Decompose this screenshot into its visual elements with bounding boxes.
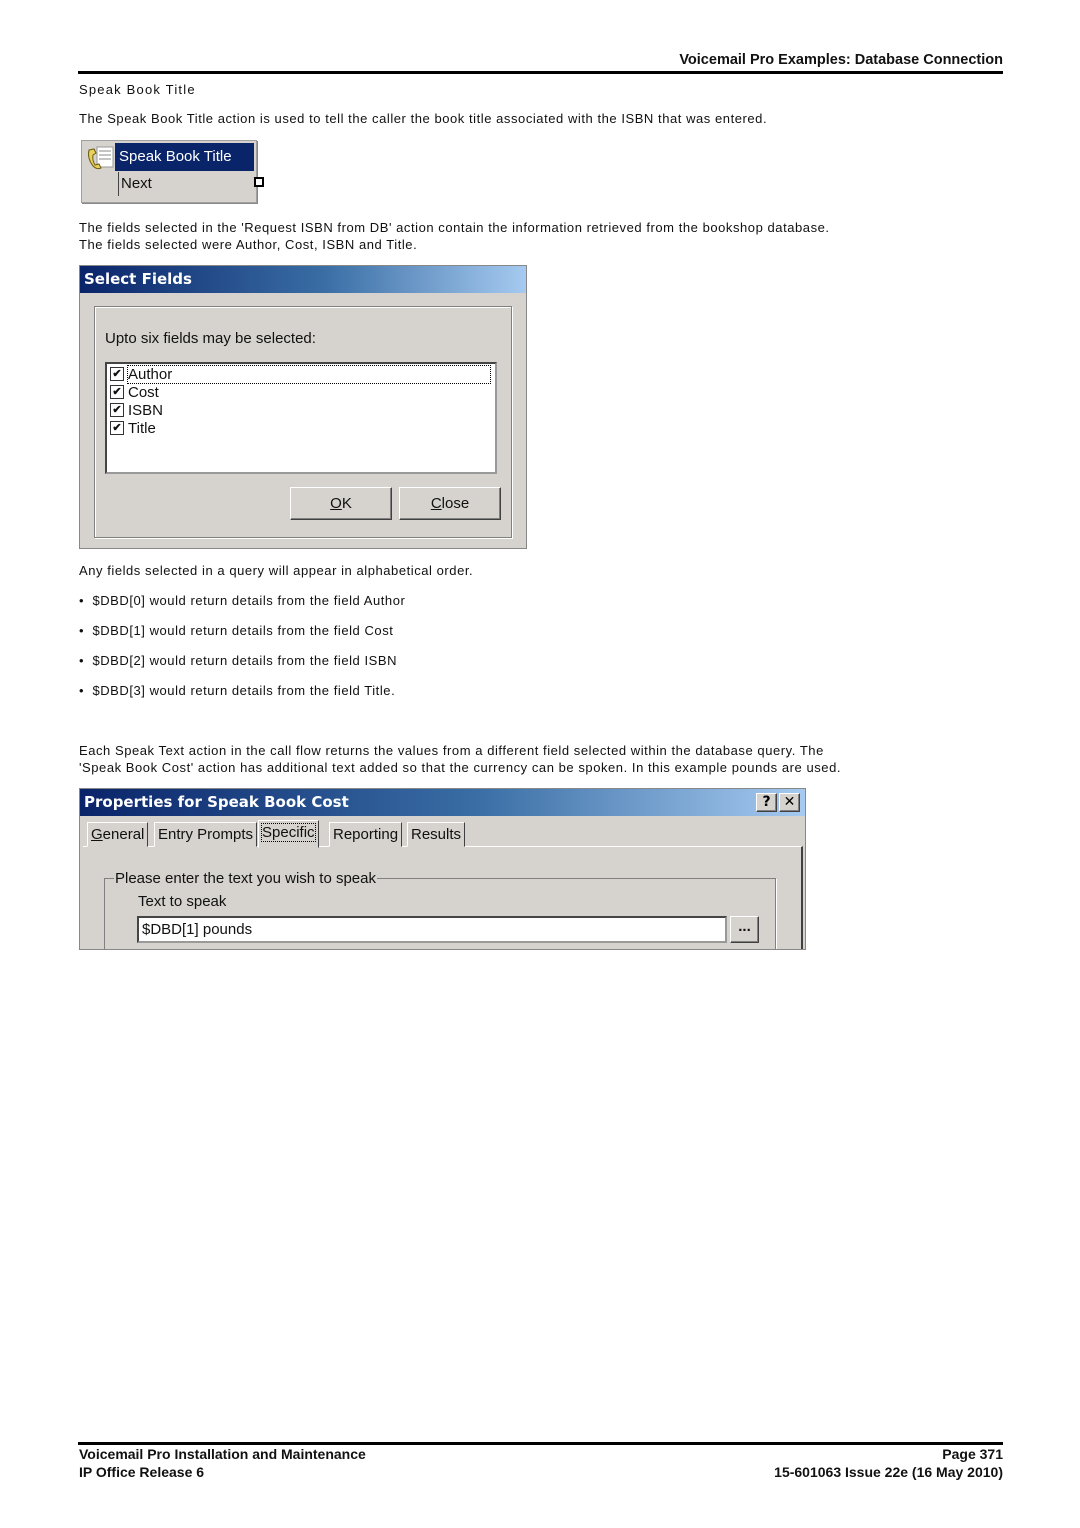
bullet-text: $DBD[1] would return details from the fi…: [92, 623, 394, 638]
select-fields-dialog: Select Fields Upto six fields may be sel…: [79, 265, 527, 549]
bullet-icon: •: [79, 653, 93, 668]
ok-button[interactable]: OK: [290, 487, 392, 520]
dialog-title: Properties for Speak Book Cost: [84, 793, 349, 811]
bullet-item: • $DBD[1] would return details from the …: [79, 622, 393, 639]
checkbox-checked-icon[interactable]: ✔: [110, 367, 124, 381]
footer-page-number: Page 371: [942, 1446, 1003, 1462]
bullet-text: $DBD[2] would return details from the fi…: [92, 653, 398, 668]
tab-specific[interactable]: Specific: [258, 820, 319, 848]
bullet-item: • $DBD[3] would return details from the …: [79, 682, 395, 699]
bullet-text: $DBD[3] would return details from the fi…: [92, 683, 396, 698]
checkbox-checked-icon[interactable]: ✔: [110, 421, 124, 435]
text-to-speak-label: Text to speak: [138, 893, 227, 910]
footer-doc-title: Voicemail Pro Installation and Maintenan…: [79, 1446, 366, 1462]
tab-results[interactable]: Results: [407, 822, 466, 847]
field-item-cost[interactable]: ✔ Cost: [110, 383, 159, 401]
text-to-speak-input[interactable]: $DBD[1] pounds: [137, 916, 727, 943]
footer-rule: [78, 1442, 1003, 1445]
close-label: lose: [441, 495, 470, 512]
speak-paragraph-line-1: Each Speak Text action in the call flow …: [79, 743, 824, 758]
help-icon: ?: [762, 794, 771, 810]
field-item-title[interactable]: ✔ Title: [110, 419, 156, 437]
tab-label: Specific: [261, 823, 316, 842]
running-header-title: Voicemail Pro Examples: Database Connect…: [679, 52, 1003, 68]
ok-label: K: [341, 495, 352, 512]
result-connector-handle[interactable]: [254, 177, 264, 187]
field-label: Cost: [128, 383, 159, 401]
properties-dialog: Properties for Speak Book Cost ? ✕ Gener…: [79, 788, 806, 950]
tab-label: Entry Prompts: [158, 826, 254, 843]
field-item-isbn[interactable]: ✔ ISBN: [110, 401, 163, 419]
phone-list-icon: [88, 146, 114, 170]
speak-paragraph-line-2: 'Speak Book Cost' action has additional …: [79, 760, 842, 775]
field-label: ISBN: [128, 401, 164, 419]
fields-paragraph-line-2: The fields selected were Author, Cost, I…: [79, 237, 418, 252]
bullet-text: $DBD[0] would return details from the fi…: [92, 593, 406, 608]
browse-button[interactable]: ...: [730, 916, 759, 943]
tab-general[interactable]: General: [87, 822, 149, 847]
action-result-next[interactable]: Next: [118, 172, 254, 196]
tab-label: Results: [411, 826, 462, 843]
checkbox-checked-icon[interactable]: ✔: [110, 385, 124, 399]
field-label: Title: [128, 419, 156, 437]
fields-instruction-label: Upto six fields may be selected:: [105, 330, 316, 347]
tab-label: eneral: [102, 826, 145, 843]
ellipsis-icon: ...: [738, 918, 751, 935]
footer-release: IP Office Release 6: [79, 1464, 205, 1480]
fields-paragraph-line-1: The fields selected in the 'Request ISBN…: [79, 220, 830, 235]
tab-entry-prompts[interactable]: Entry Prompts: [154, 822, 258, 847]
speak-book-title-action[interactable]: Speak Book Title Next: [81, 140, 264, 203]
ok-mnemonic: O: [330, 495, 342, 512]
field-item-author[interactable]: ✔ Author: [110, 364, 491, 384]
bullet-item: • $DBD[2] would return details from the …: [79, 652, 397, 669]
field-label: Author: [127, 364, 491, 384]
close-window-button[interactable]: ✕: [779, 793, 800, 812]
tab-label: Reporting: [333, 826, 399, 843]
tab-mnemonic: G: [91, 826, 103, 843]
group-label: Please enter the text you wish to speak: [114, 870, 377, 887]
close-mnemonic: C: [430, 495, 442, 512]
bullet-icon: •: [79, 683, 93, 698]
bullet-icon: •: [79, 593, 93, 608]
close-icon: ✕: [783, 794, 796, 810]
dialog-title: Select Fields: [80, 266, 526, 293]
close-button[interactable]: Close: [399, 487, 501, 520]
bullet-icon: •: [79, 623, 93, 638]
bullet-item: • $DBD[0] would return details from the …: [79, 592, 405, 609]
section-title: Speak Book Title: [79, 82, 196, 97]
checkbox-checked-icon[interactable]: ✔: [110, 403, 124, 417]
help-button[interactable]: ?: [756, 793, 777, 812]
intro-paragraph: The Speak Book Title action is used to t…: [79, 111, 768, 126]
tab-reporting[interactable]: Reporting: [329, 822, 403, 847]
header-rule: [78, 71, 1003, 74]
order-paragraph: Any fields selected in a query will appe…: [79, 563, 474, 578]
fields-checklist[interactable]: ✔ Author ✔ Cost ✔ ISBN ✔ Title: [105, 362, 497, 474]
dialog-titlebar: Properties for Speak Book Cost ? ✕: [80, 789, 805, 816]
action-title: Speak Book Title: [115, 143, 254, 171]
footer-issue: 15-601063 Issue 22e (16 May 2010): [774, 1464, 1003, 1480]
